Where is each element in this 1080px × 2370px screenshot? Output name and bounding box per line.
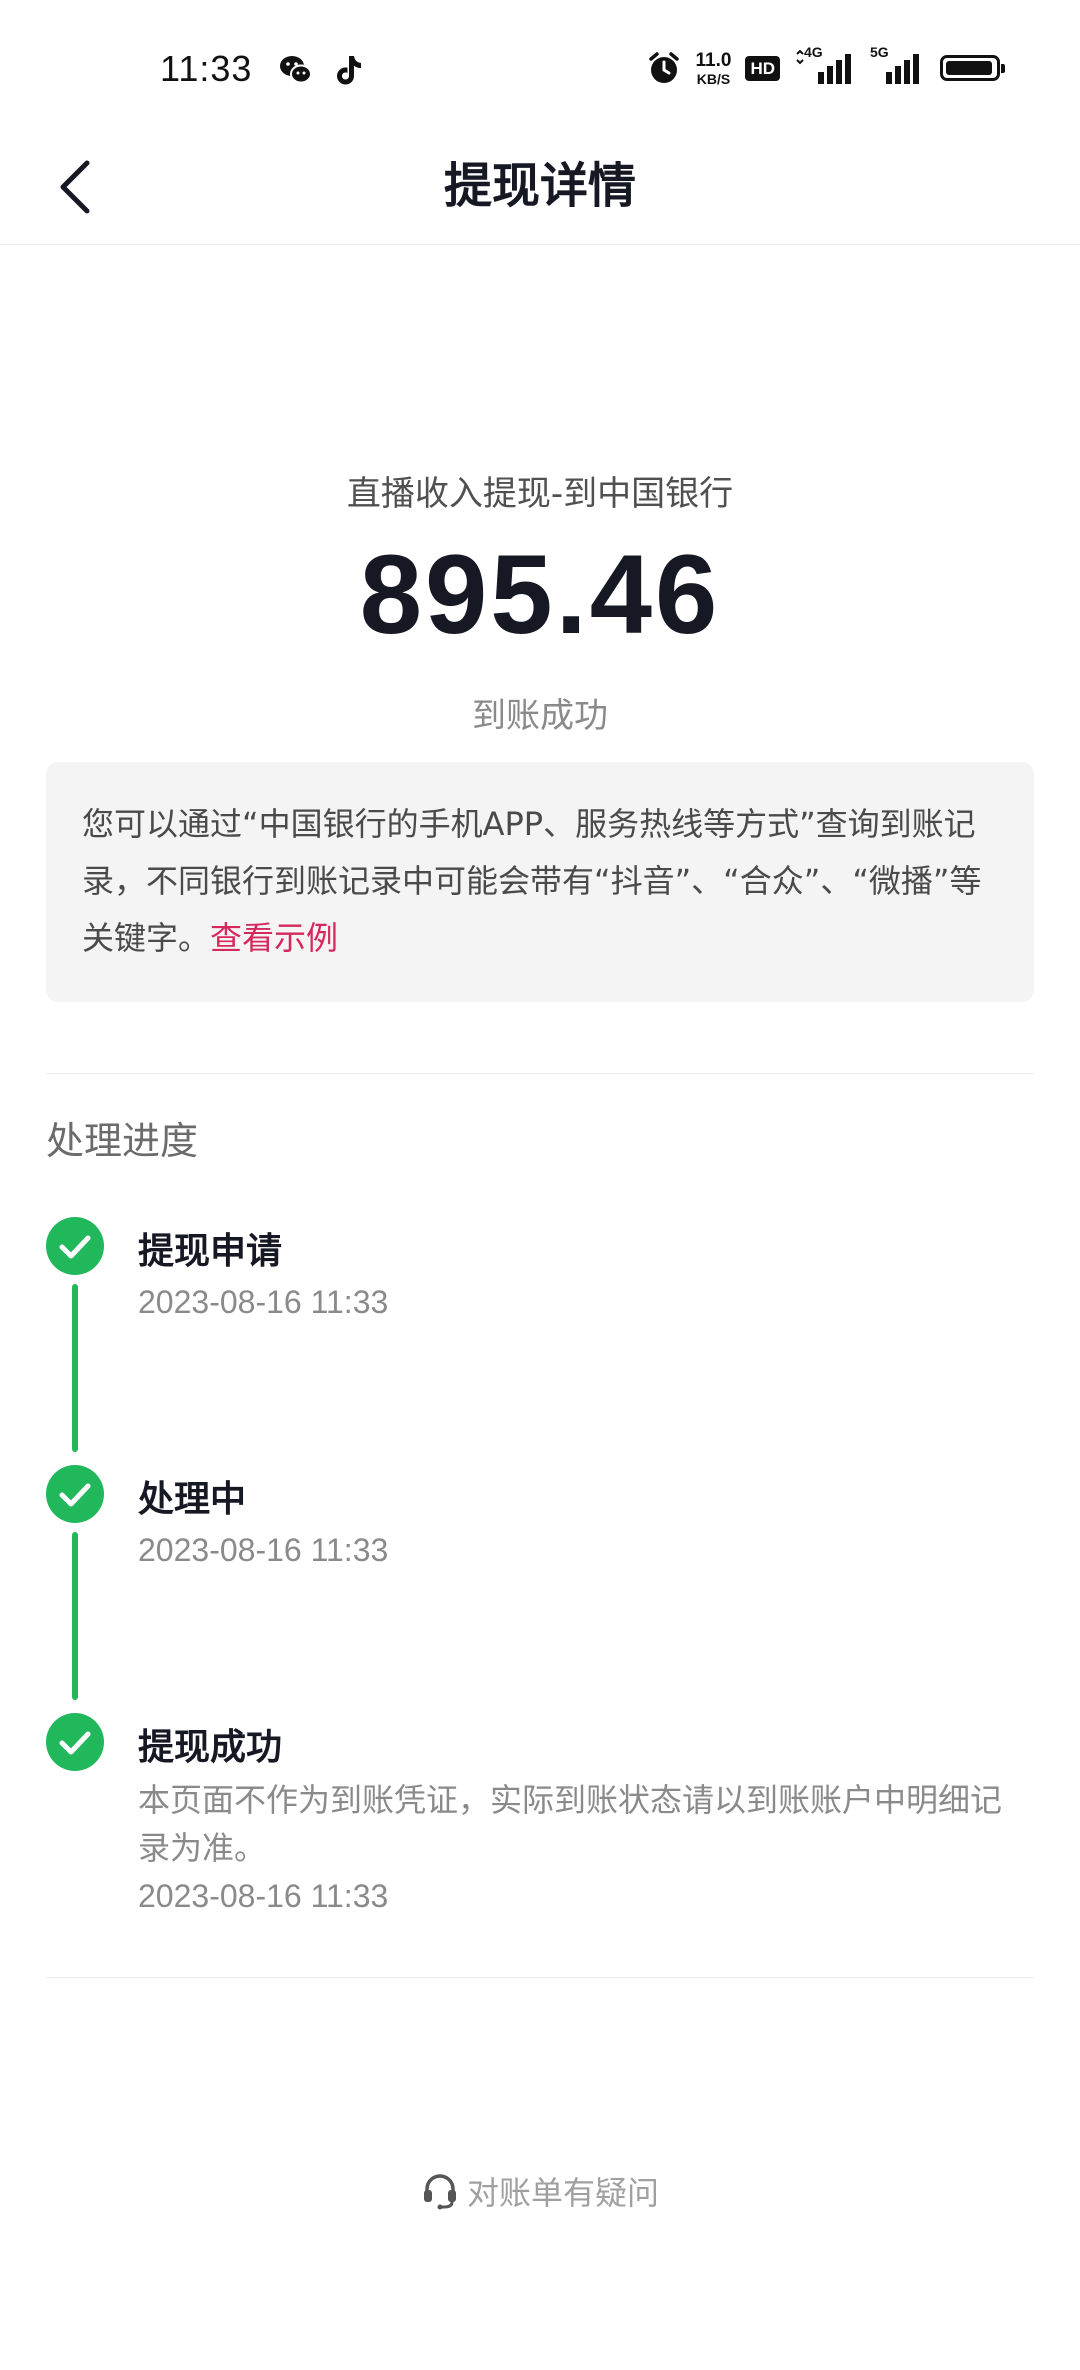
network-4g-label: 4G bbox=[804, 44, 823, 60]
step-description: 本页面不作为到账凭证，实际到账状态请以到账账户中明细记录为准。 bbox=[138, 1781, 1003, 1867]
step-time: 2023-08-16 11:33 bbox=[138, 1532, 389, 1568]
check-circle-icon bbox=[46, 1217, 104, 1275]
progress-title: 处理进度 bbox=[46, 1119, 199, 1163]
progress-connector bbox=[72, 1532, 78, 1700]
check-circle-icon bbox=[46, 1465, 104, 1523]
battery-icon bbox=[940, 55, 1005, 81]
status-right-group: 11.0 KB/S HD 4G 5G bbox=[646, 44, 1005, 92]
signal-4g: 4G bbox=[794, 44, 856, 86]
withdraw-amount: 895.46 bbox=[359, 532, 721, 657]
wechat-icon bbox=[280, 56, 312, 84]
step-time: 2023-08-16 11:33 bbox=[138, 1284, 389, 1320]
status-time: 11:33 bbox=[160, 48, 253, 89]
divider bbox=[46, 1977, 1034, 1978]
billing-question-label: 对账单有疑问 bbox=[466, 2174, 659, 2212]
progress-connector bbox=[72, 1284, 78, 1452]
view-example-link[interactable]: 查看示例 bbox=[210, 919, 338, 957]
battery-fill bbox=[946, 61, 992, 75]
network-speed-unit: KB/S bbox=[696, 70, 731, 87]
nav-bar: 提现详情 bbox=[0, 130, 1080, 245]
withdraw-subtitle: 直播收入提现-到中国银行 bbox=[346, 474, 734, 514]
hd-badge: HD bbox=[745, 55, 780, 81]
network-speed: 11.0 KB/S bbox=[696, 51, 732, 86]
notice-box: 您可以通过“中国银行的手机APP、服务热线等方式”查询到账记录，不同银行到账记录… bbox=[46, 762, 1034, 1002]
network-5g-label: 5G bbox=[870, 44, 889, 60]
step-title: 处理中 bbox=[138, 1479, 247, 1520]
withdraw-status: 到账成功 bbox=[472, 696, 608, 736]
page-title: 提现详情 bbox=[443, 158, 636, 214]
billing-question-link[interactable]: 对账单有疑问 bbox=[0, 2168, 1080, 2214]
headset-icon bbox=[423, 2174, 456, 2210]
alarm-icon bbox=[648, 52, 679, 83]
step-title: 提现成功 bbox=[138, 1727, 283, 1768]
network-speed-value: 11.0 bbox=[695, 49, 732, 71]
step-title: 提现申请 bbox=[138, 1231, 283, 1272]
divider bbox=[46, 1073, 1034, 1074]
check-circle-icon bbox=[46, 1713, 104, 1771]
tiktok-icon bbox=[337, 56, 361, 85]
step-time: 2023-08-16 11:33 bbox=[138, 1878, 389, 1914]
signal-5g: 5G bbox=[870, 44, 926, 86]
status-bar: 11:33 11.0 KB/S HD 4G 5G bbox=[0, 0, 1080, 130]
